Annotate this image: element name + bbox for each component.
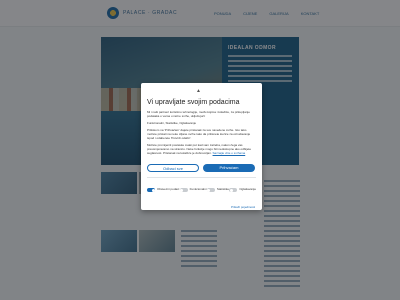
consent-paragraph: Mi i naši partneri koristimo tehnologije… — [147, 110, 250, 118]
consent-body: Mi i naši partneri koristimo tehnologije… — [147, 110, 256, 158]
toggle-label: Oglašavanje — [239, 187, 256, 192]
toggle-statistics[interactable]: Statistike — [206, 187, 229, 192]
consent-paragraph: Pritiskom na 'Prihvaćam' dajete pristana… — [147, 128, 251, 140]
toggle-switch[interactable] — [229, 188, 238, 192]
toggle-switch[interactable] — [206, 188, 215, 192]
purposes-link[interactable]: Saznajte više o svrhama — [213, 151, 246, 155]
accept-button[interactable]: Prihvaćam — [203, 164, 255, 172]
toggle-required[interactable]: Obavezni podaci — [147, 188, 179, 192]
consent-paragraph: Funkcionalni, Statistike, Oglašavanje — [147, 121, 197, 125]
toggle-label: Obavezni podaci — [157, 187, 180, 192]
toggle-switch[interactable] — [179, 188, 188, 192]
toggle-functional[interactable]: Funkcionalni — [179, 187, 207, 192]
consent-title: Vi upravljate svojim podacima — [147, 99, 240, 106]
toggle-switch[interactable] — [147, 188, 155, 192]
consent-toggles: Obavezni podaci Funkcionalni Statistike … — [147, 188, 256, 192]
consent-paragraph: Možete promijeniti postavke svaki put ka… — [147, 143, 252, 155]
toggle-marketing[interactable]: Oglašavanje — [229, 188, 256, 192]
toggle-label: Statistike — [216, 187, 229, 192]
divider — [147, 177, 256, 178]
consent-logo-icon: ▲ — [196, 88, 201, 94]
cookie-consent-dialog: ▲ Vi upravljate svojim podacima Mi i naš… — [141, 83, 262, 210]
show-details-link[interactable]: Prikaži pojedinosti — [231, 205, 255, 209]
toggle-label: Funkcionalni — [189, 187, 207, 192]
reject-all-button[interactable]: Odbaci sve — [147, 164, 199, 172]
